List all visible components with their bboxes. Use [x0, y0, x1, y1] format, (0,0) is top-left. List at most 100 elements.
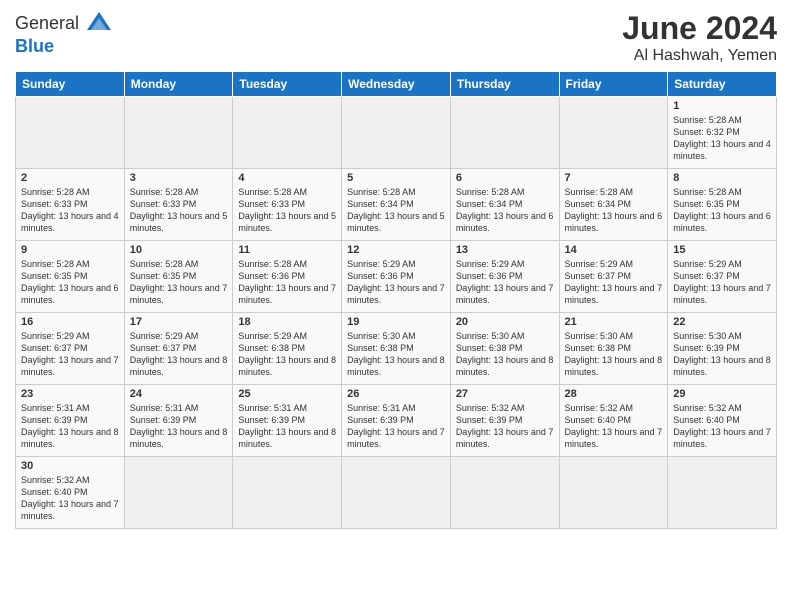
day-number: 20 [456, 316, 554, 328]
day-number: 7 [565, 172, 663, 184]
day-number: 6 [456, 172, 554, 184]
day-info: Sunrise: 5:31 AM Sunset: 6:39 PM Dayligh… [238, 402, 336, 451]
day-number: 19 [347, 316, 445, 328]
day-info: Sunrise: 5:29 AM Sunset: 6:36 PM Dayligh… [456, 258, 554, 307]
day-header-friday: Friday [559, 72, 668, 97]
calendar-cell: 30 Sunrise: 5:32 AM Sunset: 6:40 PM Dayli… [16, 457, 125, 529]
calendar-cell: 23Sunrise: 5:31 AM Sunset: 6:39 PM Dayli… [16, 385, 125, 457]
day-info: Sunrise: 5:29 AM Sunset: 6:37 PM Dayligh… [130, 330, 228, 379]
calendar-week-4: 16 Sunrise: 5:29 AM Sunset: 6:37 PM Dayli… [16, 313, 777, 385]
day-info: Sunrise: 5:28 AM Sunset: 6:33 PM Dayligh… [130, 186, 228, 235]
day-number: 21 [565, 316, 663, 328]
day-number: 24 [130, 388, 228, 400]
calendar-cell: 25 Sunrise: 5:31 AM Sunset: 6:39 PM Dayli… [233, 385, 342, 457]
calendar-cell: 5 Sunrise: 5:28 AM Sunset: 6:34 PM Daylig… [342, 169, 451, 241]
calendar-cell: 16Sunrise: 5:29 AM Sunset: 6:37 PM Dayli… [16, 313, 125, 385]
calendar-cell: 9Sunrise: 5:28 AM Sunset: 6:35 PM Daylig… [16, 241, 125, 313]
calendar-cell: 24 Sunrise: 5:31 AM Sunset: 6:39 PM Dayli… [124, 385, 233, 457]
calendar-week-6: 30 Sunrise: 5:32 AM Sunset: 6:40 PM Dayli… [16, 457, 777, 529]
month-title: June 2024 [622, 10, 777, 47]
day-number: 8 [673, 172, 771, 184]
logo: General Blue [15, 10, 113, 57]
calendar-week-3: 9Sunrise: 5:28 AM Sunset: 6:35 PM Daylig… [16, 241, 777, 313]
day-info: Sunrise: 5:28 AM Sunset: 6:35 PM Dayligh… [673, 186, 771, 235]
day-info: Sunrise: 5:30 AM Sunset: 6:38 PM Dayligh… [347, 330, 445, 379]
day-number: 1 [673, 100, 771, 112]
day-info: Sunrise: 5:31 AM Sunset: 6:39 PM Dayligh… [130, 402, 228, 451]
day-number: 25 [238, 388, 336, 400]
day-info: Sunrise: 5:29 AM Sunset: 6:37 PM Dayligh… [565, 258, 663, 307]
day-info: Sunrise: 5:32 AM Sunset: 6:39 PM Dayligh… [456, 402, 554, 451]
calendar-cell [233, 97, 342, 169]
calendar-cell: 29Sunrise: 5:32 AM Sunset: 6:40 PM Dayli… [668, 385, 777, 457]
calendar-cell [342, 97, 451, 169]
calendar-header-row: SundayMondayTuesdayWednesdayThursdayFrid… [16, 72, 777, 97]
calendar-week-2: 2 Sunrise: 5:28 AM Sunset: 6:33 PM Daylig… [16, 169, 777, 241]
title-area: June 2024 Al Hashwah, Yemen [622, 10, 777, 65]
calendar-cell: 17Sunrise: 5:29 AM Sunset: 6:37 PM Dayli… [124, 313, 233, 385]
calendar-table: SundayMondayTuesdayWednesdayThursdayFrid… [15, 71, 777, 529]
day-number: 27 [456, 388, 554, 400]
day-number: 12 [347, 244, 445, 256]
day-info: Sunrise: 5:28 AM Sunset: 6:34 PM Dayligh… [565, 186, 663, 235]
day-header-monday: Monday [124, 72, 233, 97]
calendar-cell: 21 Sunrise: 5:30 AM Sunset: 6:38 PM Dayli… [559, 313, 668, 385]
calendar-cell: 28 Sunrise: 5:32 AM Sunset: 6:40 PM Dayli… [559, 385, 668, 457]
day-number: 16 [21, 316, 119, 328]
calendar-cell: 13Sunrise: 5:29 AM Sunset: 6:36 PM Dayli… [450, 241, 559, 313]
day-number: 10 [130, 244, 228, 256]
calendar-cell: 20 Sunrise: 5:30 AM Sunset: 6:38 PM Dayli… [450, 313, 559, 385]
day-info: Sunrise: 5:29 AM Sunset: 6:36 PM Dayligh… [347, 258, 445, 307]
day-info: Sunrise: 5:32 AM Sunset: 6:40 PM Dayligh… [21, 474, 119, 523]
calendar-cell: 11 Sunrise: 5:28 AM Sunset: 6:36 PM Dayli… [233, 241, 342, 313]
logo-blue: Blue [15, 36, 113, 57]
calendar-body: 1 Sunrise: 5:28 AM Sunset: 6:32 PM Daylig… [16, 97, 777, 529]
calendar-cell: 18Sunrise: 5:29 AM Sunset: 6:38 PM Dayli… [233, 313, 342, 385]
day-header-wednesday: Wednesday [342, 72, 451, 97]
calendar-cell [668, 457, 777, 529]
day-number: 18 [238, 316, 336, 328]
calendar-cell [233, 457, 342, 529]
calendar-cell [450, 457, 559, 529]
calendar-cell: 10 Sunrise: 5:28 AM Sunset: 6:35 PM Dayli… [124, 241, 233, 313]
calendar-cell: 22 Sunrise: 5:30 AM Sunset: 6:39 PM Dayli… [668, 313, 777, 385]
calendar-cell: 3 Sunrise: 5:28 AM Sunset: 6:33 PM Daylig… [124, 169, 233, 241]
calendar-cell [124, 457, 233, 529]
location-title: Al Hashwah, Yemen [622, 47, 777, 65]
calendar-cell: 6Sunrise: 5:28 AM Sunset: 6:34 PM Daylig… [450, 169, 559, 241]
day-number: 11 [238, 244, 336, 256]
day-info: Sunrise: 5:28 AM Sunset: 6:34 PM Dayligh… [347, 186, 445, 235]
calendar-cell: 7 Sunrise: 5:28 AM Sunset: 6:34 PM Daylig… [559, 169, 668, 241]
day-info: Sunrise: 5:28 AM Sunset: 6:35 PM Dayligh… [130, 258, 228, 307]
page: General Blue June 2024 Al Hashwah, Yemen… [0, 0, 792, 539]
calendar-cell [16, 97, 125, 169]
day-number: 26 [347, 388, 445, 400]
day-number: 5 [347, 172, 445, 184]
calendar-cell [342, 457, 451, 529]
day-info: Sunrise: 5:32 AM Sunset: 6:40 PM Dayligh… [565, 402, 663, 451]
day-number: 14 [565, 244, 663, 256]
calendar-cell: 19 Sunrise: 5:30 AM Sunset: 6:38 PM Dayli… [342, 313, 451, 385]
day-number: 28 [565, 388, 663, 400]
day-info: Sunrise: 5:30 AM Sunset: 6:38 PM Dayligh… [565, 330, 663, 379]
calendar-cell [124, 97, 233, 169]
day-info: Sunrise: 5:28 AM Sunset: 6:32 PM Dayligh… [673, 114, 771, 163]
day-number: 30 [21, 460, 119, 472]
day-number: 3 [130, 172, 228, 184]
calendar-week-1: 1 Sunrise: 5:28 AM Sunset: 6:32 PM Daylig… [16, 97, 777, 169]
calendar-cell: 4Sunrise: 5:28 AM Sunset: 6:33 PM Daylig… [233, 169, 342, 241]
day-header-tuesday: Tuesday [233, 72, 342, 97]
day-info: Sunrise: 5:31 AM Sunset: 6:39 PM Dayligh… [21, 402, 119, 451]
day-info: Sunrise: 5:30 AM Sunset: 6:38 PM Dayligh… [456, 330, 554, 379]
calendar-cell: 12 Sunrise: 5:29 AM Sunset: 6:36 PM Dayli… [342, 241, 451, 313]
calendar-cell [559, 457, 668, 529]
calendar-cell: 8 Sunrise: 5:28 AM Sunset: 6:35 PM Daylig… [668, 169, 777, 241]
calendar-cell: 26Sunrise: 5:31 AM Sunset: 6:39 PM Dayli… [342, 385, 451, 457]
day-number: 22 [673, 316, 771, 328]
calendar-cell: 1 Sunrise: 5:28 AM Sunset: 6:32 PM Daylig… [668, 97, 777, 169]
day-info: Sunrise: 5:28 AM Sunset: 6:36 PM Dayligh… [238, 258, 336, 307]
day-number: 2 [21, 172, 119, 184]
calendar-cell: 15Sunrise: 5:29 AM Sunset: 6:37 PM Dayli… [668, 241, 777, 313]
calendar-cell: 27 Sunrise: 5:32 AM Sunset: 6:39 PM Dayli… [450, 385, 559, 457]
day-info: Sunrise: 5:30 AM Sunset: 6:39 PM Dayligh… [673, 330, 771, 379]
